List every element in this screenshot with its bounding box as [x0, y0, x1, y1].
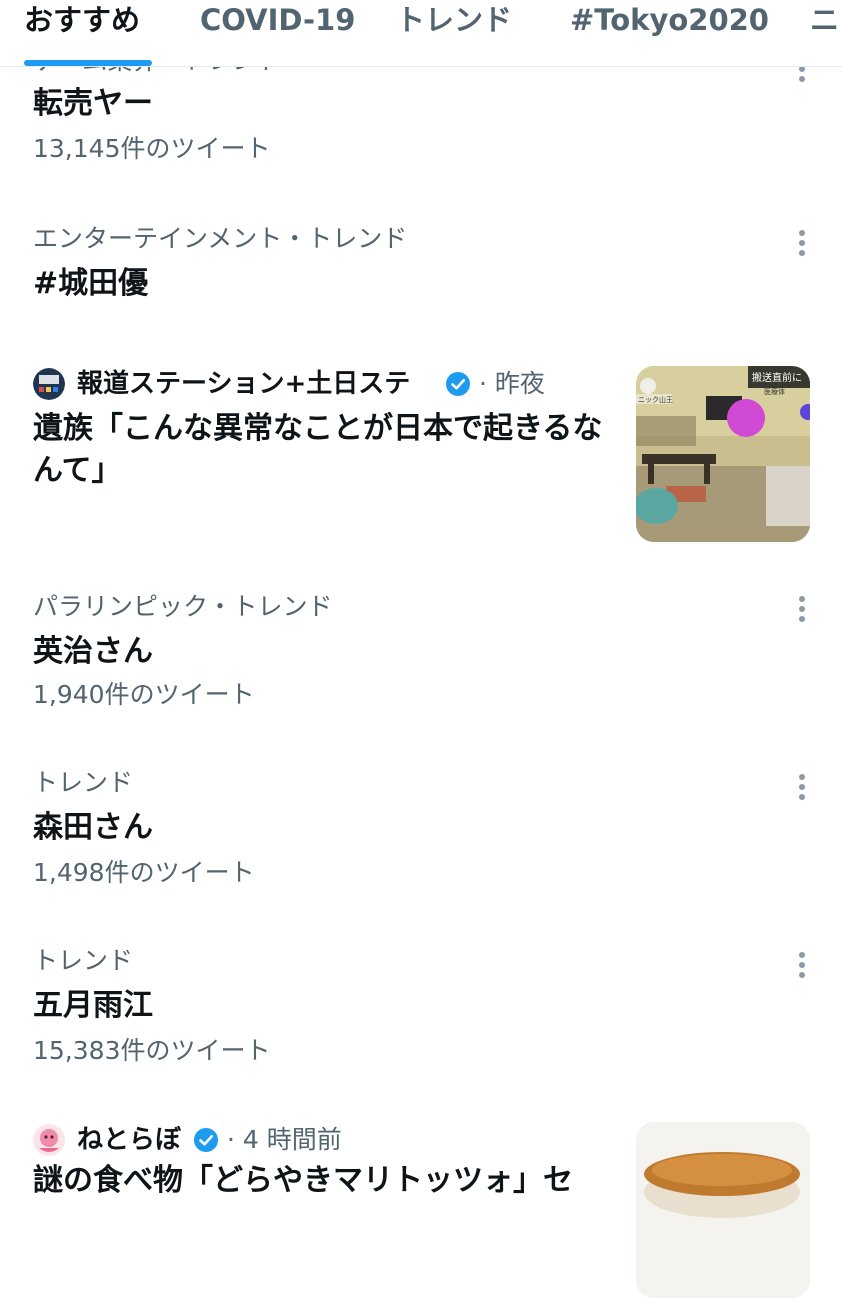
more-vertical-icon[interactable]	[790, 228, 814, 262]
svg-text:医療体: 医療体	[764, 387, 785, 396]
news-time: · 昨夜	[479, 369, 545, 398]
tab-recommended[interactable]: おすすめ	[24, 0, 140, 66]
news-thumbnail: ニック山王 搬送直前に 医療体	[636, 366, 810, 542]
trend-tweet-count: 1,940件のツイート	[33, 680, 255, 709]
trend-tweet-count: 1,498件のツイート	[33, 858, 255, 887]
trend-title: 森田さん	[33, 810, 153, 845]
source-name: ねとらぼ	[77, 1125, 182, 1155]
more-vertical-icon[interactable]	[790, 950, 814, 984]
trend-title: 英治さん	[33, 634, 153, 669]
verified-badge-icon	[445, 371, 471, 397]
tab-tokyo2020[interactable]: #Tokyo2020	[570, 0, 769, 66]
news-headline: 謎の食べ物「どらやきマリトッツォ」セ	[33, 1163, 573, 1198]
trend-context: トレンド	[33, 946, 134, 975]
thumbnail-caption: 搬送直前に	[752, 371, 802, 384]
verified-badge-icon	[193, 1127, 219, 1153]
tab-news[interactable]: ニ	[810, 0, 839, 66]
trend-context: パラリンピック・トレンド	[33, 592, 333, 621]
tab-covid-19[interactable]: COVID-19	[200, 0, 355, 66]
news-headline: 遺族「こんな異常なことが日本で起きるなんて」	[33, 411, 603, 488]
more-vertical-icon[interactable]	[790, 772, 814, 806]
source-avatar	[33, 368, 65, 400]
trend-title: 五月雨江	[33, 988, 153, 1023]
source-avatar	[33, 1124, 65, 1156]
trend-title: #城田優	[33, 266, 149, 301]
explore-tab-bar: おすすめ COVID-19 トレンド #Tokyo2020 ニ	[0, 0, 842, 67]
trends-feed: ゲーム業界・トレンド 転売ヤー 13,145件のツイート エンターテインメント・…	[0, 0, 842, 1298]
tab-trends[interactable]: トレンド	[396, 0, 512, 66]
svg-text:ニック山王: ニック山王	[638, 395, 673, 404]
trend-title: 転売ヤー	[33, 86, 153, 121]
news-time: · 4 時間前	[227, 1125, 342, 1154]
trend-tweet-count: 13,145件のツイート	[33, 134, 271, 163]
trend-context: トレンド	[33, 768, 134, 797]
trend-tweet-count: 15,383件のツイート	[33, 1036, 271, 1065]
trend-context: エンターテインメント・トレンド	[33, 224, 408, 253]
active-tab-indicator	[24, 60, 152, 66]
more-vertical-icon[interactable]	[790, 594, 814, 628]
source-name: 報道ステーション+土日ステ	[77, 369, 411, 399]
news-thumbnail	[636, 1122, 810, 1298]
